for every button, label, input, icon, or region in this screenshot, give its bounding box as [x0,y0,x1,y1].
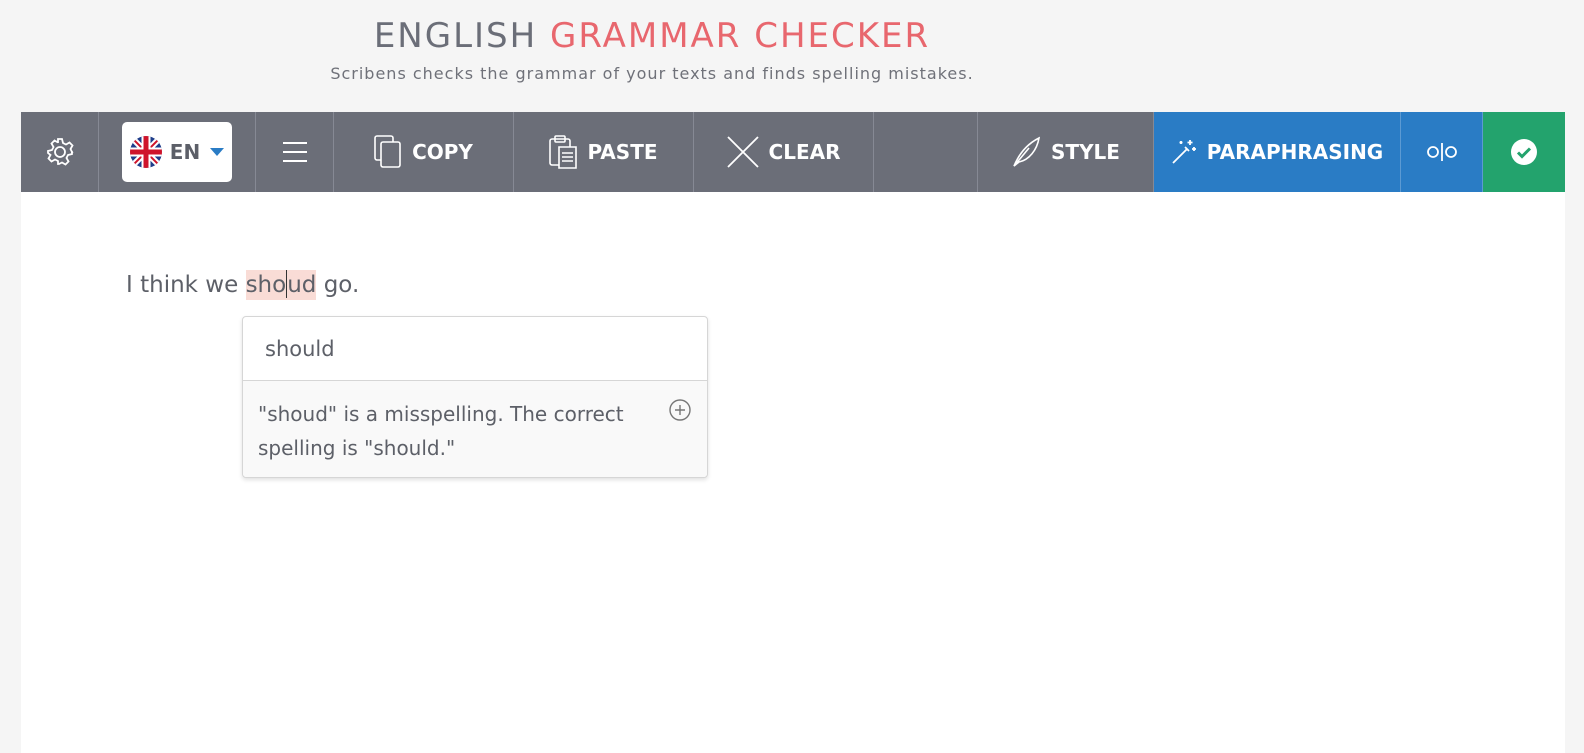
editor-text[interactable]: I think we shoud go. [126,270,360,300]
dropdown-caret-icon [210,148,225,156]
misspelled-word[interactable]: shoud [245,270,317,300]
language-selector[interactable]: EN [122,122,232,182]
style-label: STYLE [1051,140,1120,164]
toolbar: EN COPY PASTE CLEAR STYLE PARAPHRASING [21,112,1565,192]
style-button[interactable]: STYLE [978,112,1154,192]
language-code: EN [169,140,201,164]
gear-icon [44,136,76,168]
correction-popup: should "shoud" is a misspelling. The cor… [242,316,708,478]
paraphrasing-label: PARAPHRASING [1206,140,1384,164]
text-before: I think we [126,272,246,298]
copy-button[interactable]: COPY [334,112,514,192]
paste-label: PASTE [587,140,658,164]
page-header: ENGLISH GRAMMAR CHECKER Scribens checks … [0,0,1584,112]
page-subtitle: Scribens checks the grammar of your text… [330,64,974,83]
uk-flag-icon [129,136,162,168]
clear-label: CLEAR [768,140,841,164]
magic-wand-icon [1171,139,1197,165]
copy-label: COPY [412,140,473,164]
menu-icon [282,141,308,163]
split-view-button[interactable] [1401,112,1483,192]
check-button[interactable] [1483,112,1565,192]
language-selector-cell: EN [99,112,256,192]
misspelled-word-part2: ud [287,272,317,298]
text-after: go. [316,272,360,298]
clear-button[interactable]: CLEAR [694,112,874,192]
suggestion-option[interactable]: should [243,317,707,381]
plus-circle-icon[interactable] [669,397,691,431]
toolbar-spacer [874,112,978,192]
page-title: ENGLISH GRAMMAR CHECKER [0,14,1304,58]
misspelled-word-part1: sho [245,272,287,298]
copy-icon [374,135,402,169]
feather-icon [1011,136,1041,168]
title-english: ENGLISH [373,16,538,56]
settings-button[interactable] [21,112,99,192]
check-circle-icon [1510,138,1538,166]
clear-x-icon [726,136,759,168]
split-view-icon [1426,142,1457,162]
paraphrasing-button[interactable]: PARAPHRASING [1154,112,1401,192]
paste-icon [549,135,578,169]
error-explanation: "shoud" is a misspelling. The correct sp… [243,381,707,477]
menu-button[interactable] [256,112,334,192]
explanation-text: "shoud" is a misspelling. The correct sp… [258,402,624,460]
paste-button[interactable]: PASTE [514,112,694,192]
title-grammar-checker: GRAMMAR CHECKER [550,16,931,56]
